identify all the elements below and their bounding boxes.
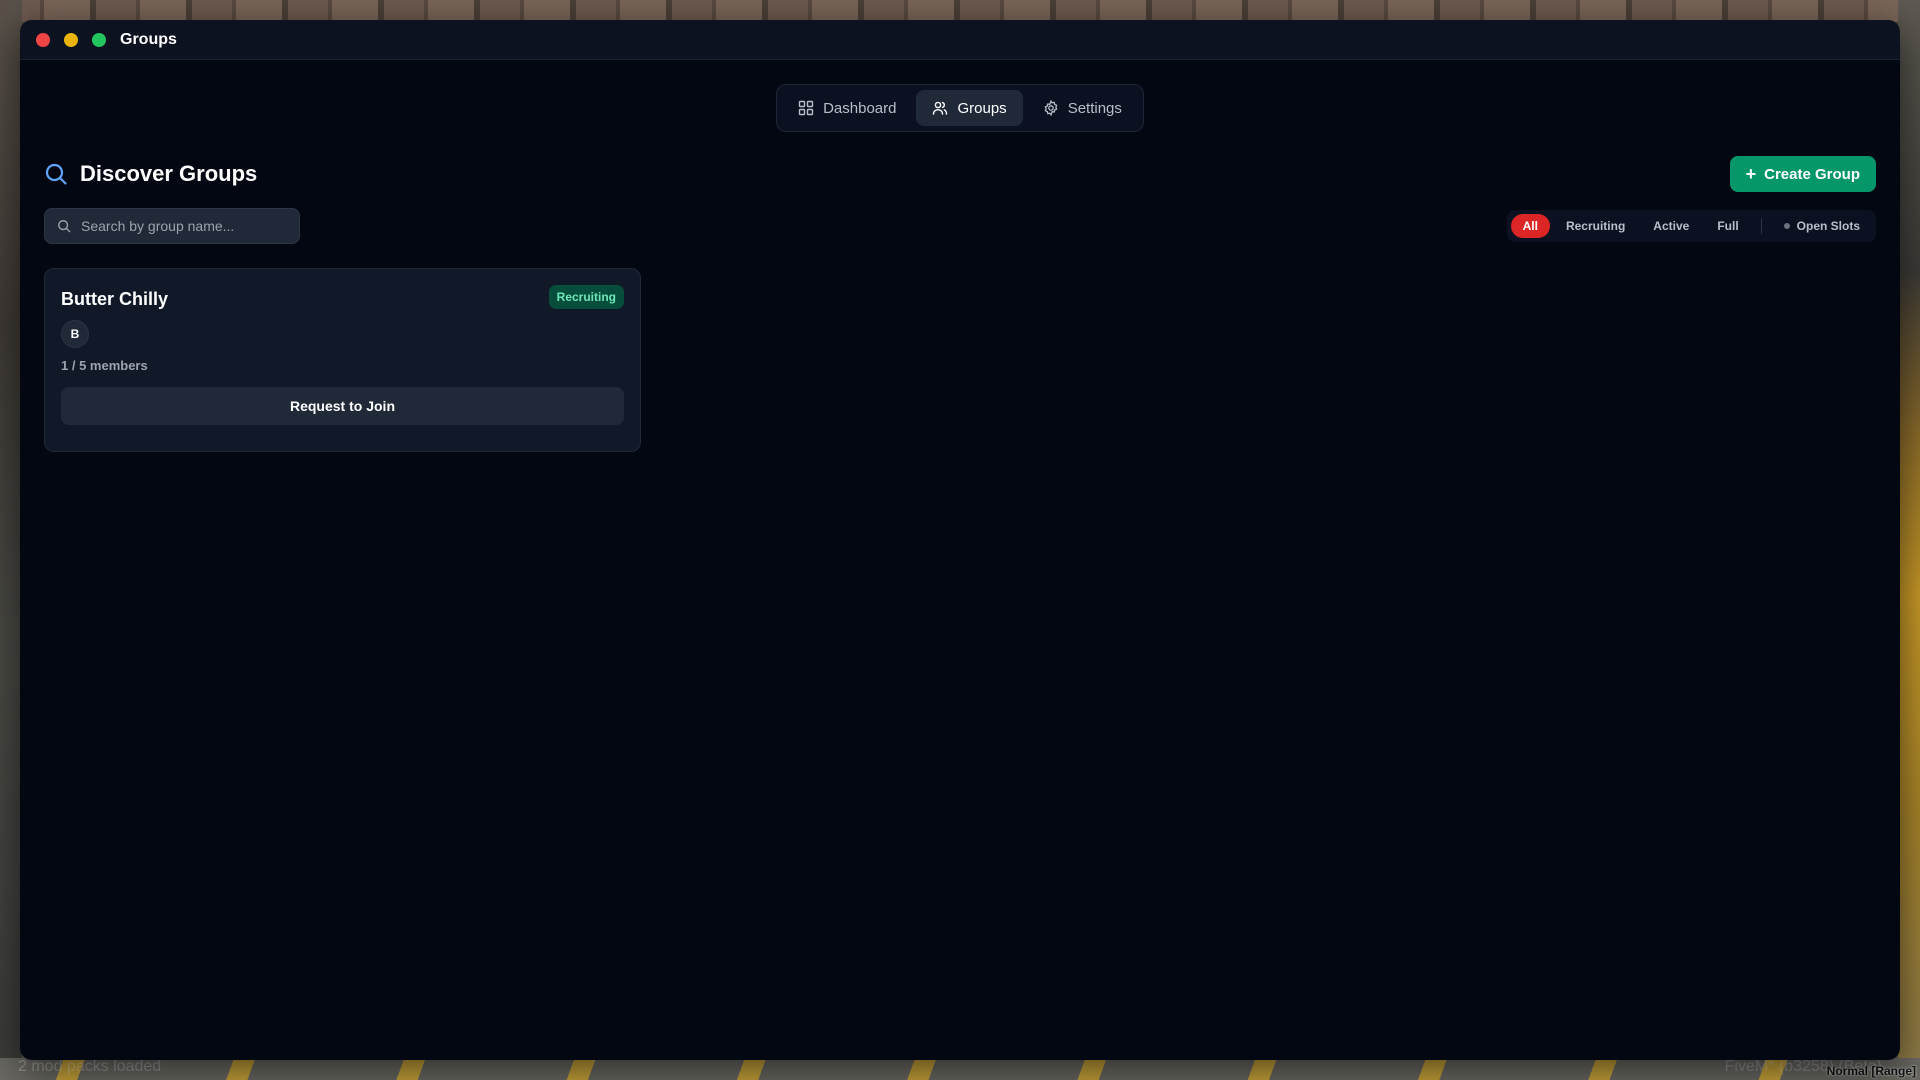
minimize-window-button[interactable] [64, 32, 78, 47]
search-icon [58, 220, 71, 233]
group-card-header: Butter Chilly Recruiting [61, 285, 624, 310]
backdrop-top [0, 0, 1920, 22]
tab-groups[interactable]: Groups [916, 90, 1023, 126]
title-bar: Groups [20, 20, 1900, 60]
create-group-label: Create Group [1764, 165, 1860, 183]
tab-settings[interactable]: Settings [1027, 90, 1138, 126]
page-title: Discover Groups [80, 161, 258, 186]
grid-icon [798, 100, 814, 116]
filter-full[interactable]: Full [1705, 214, 1750, 238]
search-box [44, 208, 300, 244]
tab-dashboard-label: Dashboard [823, 99, 897, 117]
filter-active[interactable]: Active [1641, 214, 1701, 238]
status-badge: Recruiting [548, 285, 624, 309]
main-content: Discover Groups + Create Group All Recru… [20, 156, 1900, 452]
page-title-group: Discover Groups [44, 161, 257, 187]
group-name: Butter Chilly [61, 289, 169, 309]
group-card: Butter Chilly Recruiting B 1 / 5 members… [44, 268, 641, 452]
filter-open-slots[interactable]: Open Slots [1772, 214, 1872, 238]
tab-groups-label: Groups [957, 99, 1007, 117]
nav-tabs: Dashboard Groups Settings [776, 84, 1144, 132]
backdrop-bottom [0, 1058, 1920, 1080]
backdrop-right [1898, 0, 1920, 1080]
gear-icon [1044, 100, 1058, 116]
tab-dashboard[interactable]: Dashboard [782, 90, 912, 126]
hud-modpacks-text: 2 mod packs loaded [18, 1058, 162, 1075]
window-title: Groups [120, 30, 177, 48]
plus-icon: + [1745, 164, 1757, 184]
filter-recruiting[interactable]: Recruiting [1554, 214, 1637, 238]
search-input[interactable] [81, 218, 281, 234]
close-window-button[interactable] [36, 32, 50, 47]
request-to-join-button[interactable]: Request to Join [61, 387, 624, 425]
search-icon [45, 163, 67, 185]
create-group-button[interactable]: + Create Group [1729, 156, 1876, 192]
filter-open-slots-label: Open Slots [1796, 219, 1860, 233]
filter-bar: All Recruiting Active Full Open Slots [1506, 210, 1876, 242]
users-icon [933, 101, 948, 115]
top-nav: Dashboard Groups Settings [20, 84, 1900, 132]
filter-all[interactable]: All [1510, 214, 1550, 238]
maximize-window-button[interactable] [92, 32, 106, 47]
member-count: 1 / 5 members [61, 358, 148, 373]
backdrop-left [0, 0, 22, 1080]
filter-divider [1760, 218, 1762, 234]
app-window: Groups Dashboard Groups Settings Discove… [20, 20, 1900, 1060]
page-header: Discover Groups + Create Group [44, 156, 1876, 192]
toolbar: All Recruiting Active Full Open Slots [44, 208, 1876, 244]
tab-settings-label: Settings [1067, 99, 1122, 117]
dot-icon [1783, 223, 1790, 229]
hud-mode-text: Normal [Range] [1826, 1064, 1916, 1078]
avatar: B [61, 320, 89, 348]
